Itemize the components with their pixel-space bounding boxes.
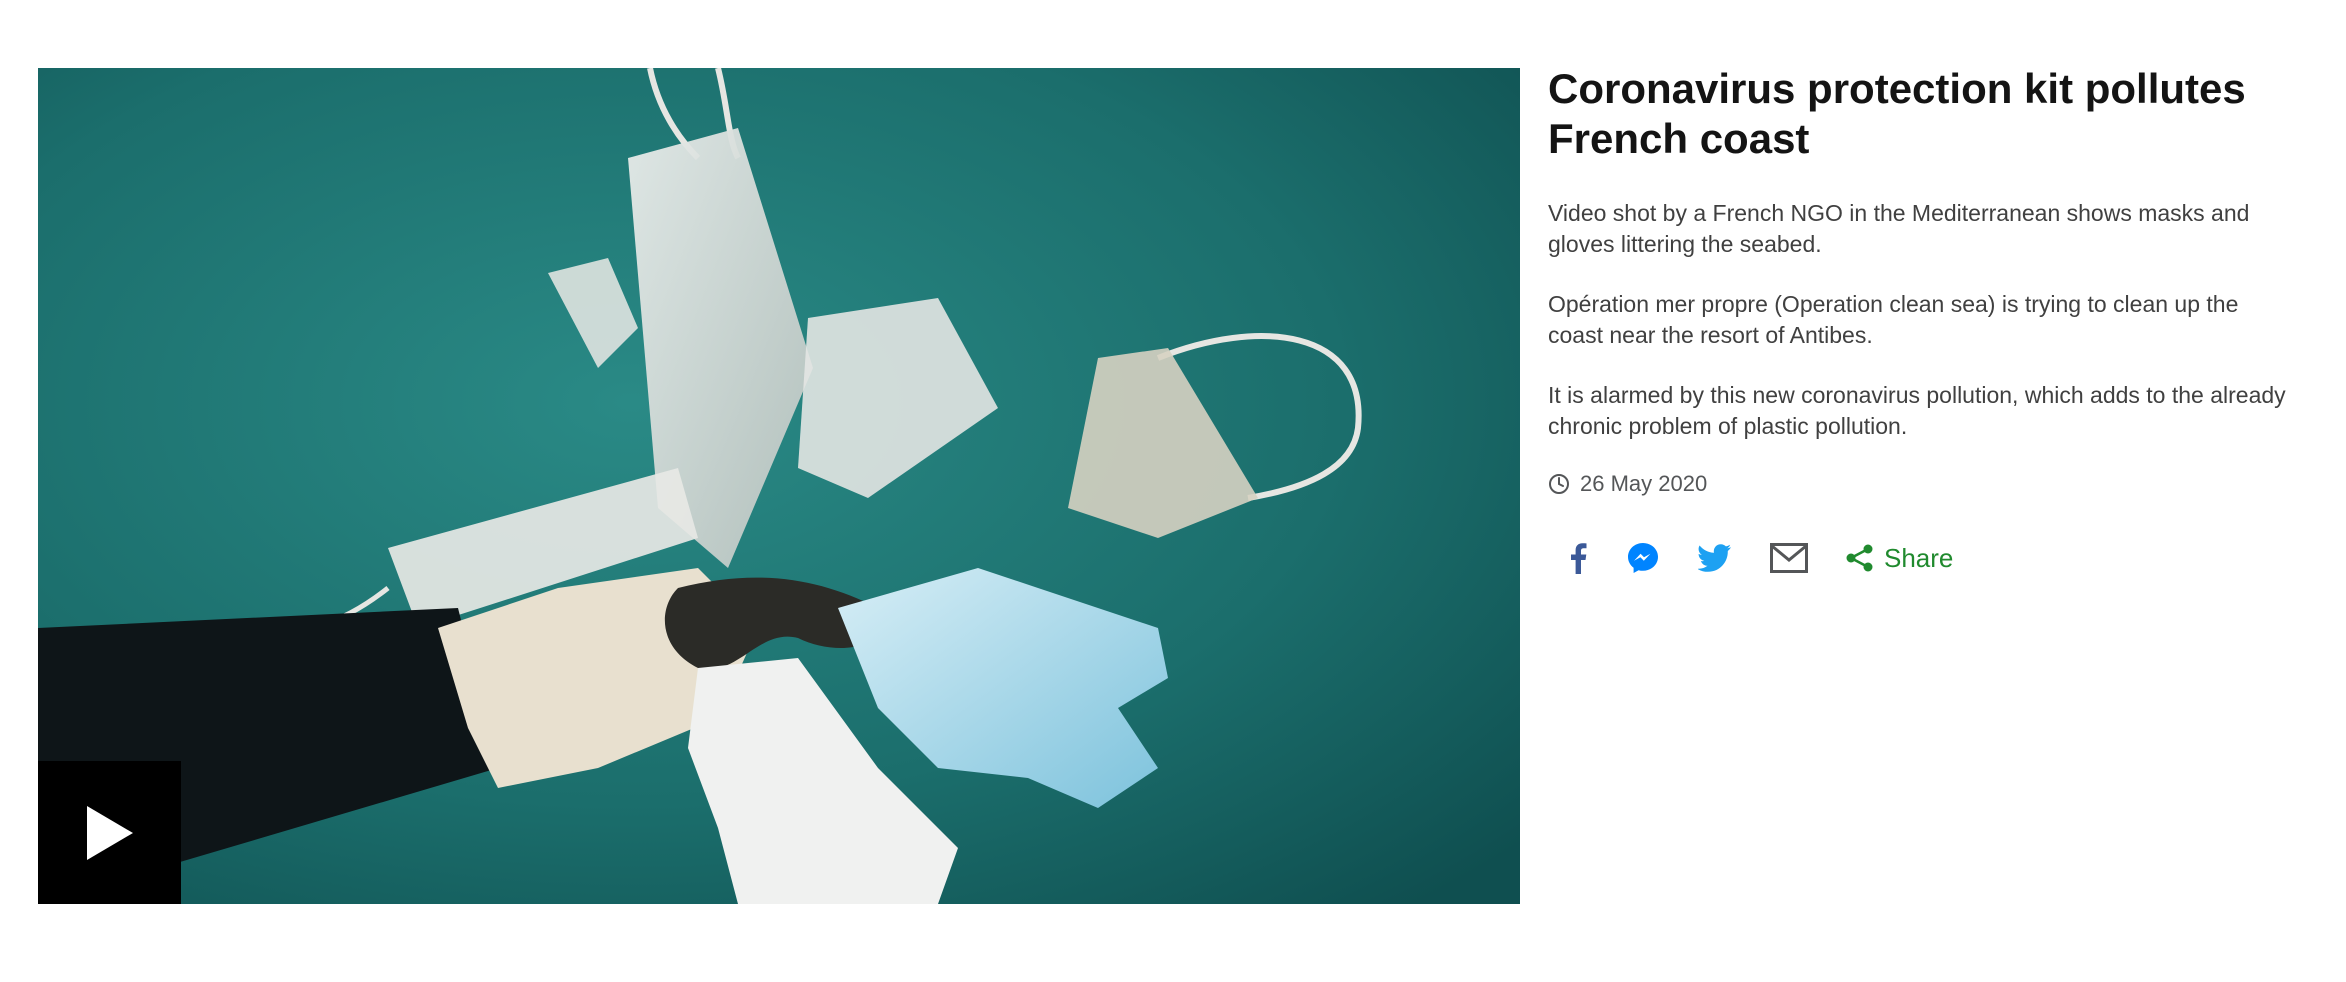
play-button[interactable] bbox=[38, 761, 181, 904]
article-summary: Coronavirus protection kit pollutes Fren… bbox=[1548, 64, 2288, 575]
article-paragraph: Video shot by a French NGO in the Medite… bbox=[1548, 200, 2250, 257]
article-paragraph: It is alarmed by this new coronavirus po… bbox=[1548, 382, 2286, 439]
facebook-icon bbox=[1571, 543, 1587, 574]
date-text: 26 May 2020 bbox=[1580, 471, 1708, 496]
clock-icon bbox=[1548, 473, 1570, 495]
messenger-share-button[interactable] bbox=[1626, 541, 1660, 575]
email-share-button[interactable] bbox=[1770, 543, 1808, 573]
article-paragraph: Opération mer propre (Operation clean se… bbox=[1548, 291, 2239, 348]
messenger-icon bbox=[1628, 543, 1658, 573]
facebook-share-button[interactable] bbox=[1568, 542, 1588, 574]
share-icon bbox=[1846, 544, 1873, 572]
video-thumbnail[interactable] bbox=[38, 68, 1520, 904]
share-label: Share bbox=[1884, 542, 1954, 573]
publish-date: 26 May 2020 bbox=[1548, 471, 2288, 497]
article-headline[interactable]: Coronavirus protection kit pollutes Fren… bbox=[1548, 64, 2288, 164]
twitter-icon bbox=[1698, 544, 1731, 572]
underwater-scene-image bbox=[38, 68, 1520, 904]
share-bar: Share bbox=[1548, 541, 2288, 575]
email-icon bbox=[1770, 543, 1808, 573]
share-button[interactable]: Share bbox=[1846, 543, 1953, 574]
twitter-share-button[interactable] bbox=[1698, 544, 1732, 572]
play-icon bbox=[86, 805, 133, 860]
article-body: Video shot by a French NGO in the Medite… bbox=[1548, 198, 2288, 442]
